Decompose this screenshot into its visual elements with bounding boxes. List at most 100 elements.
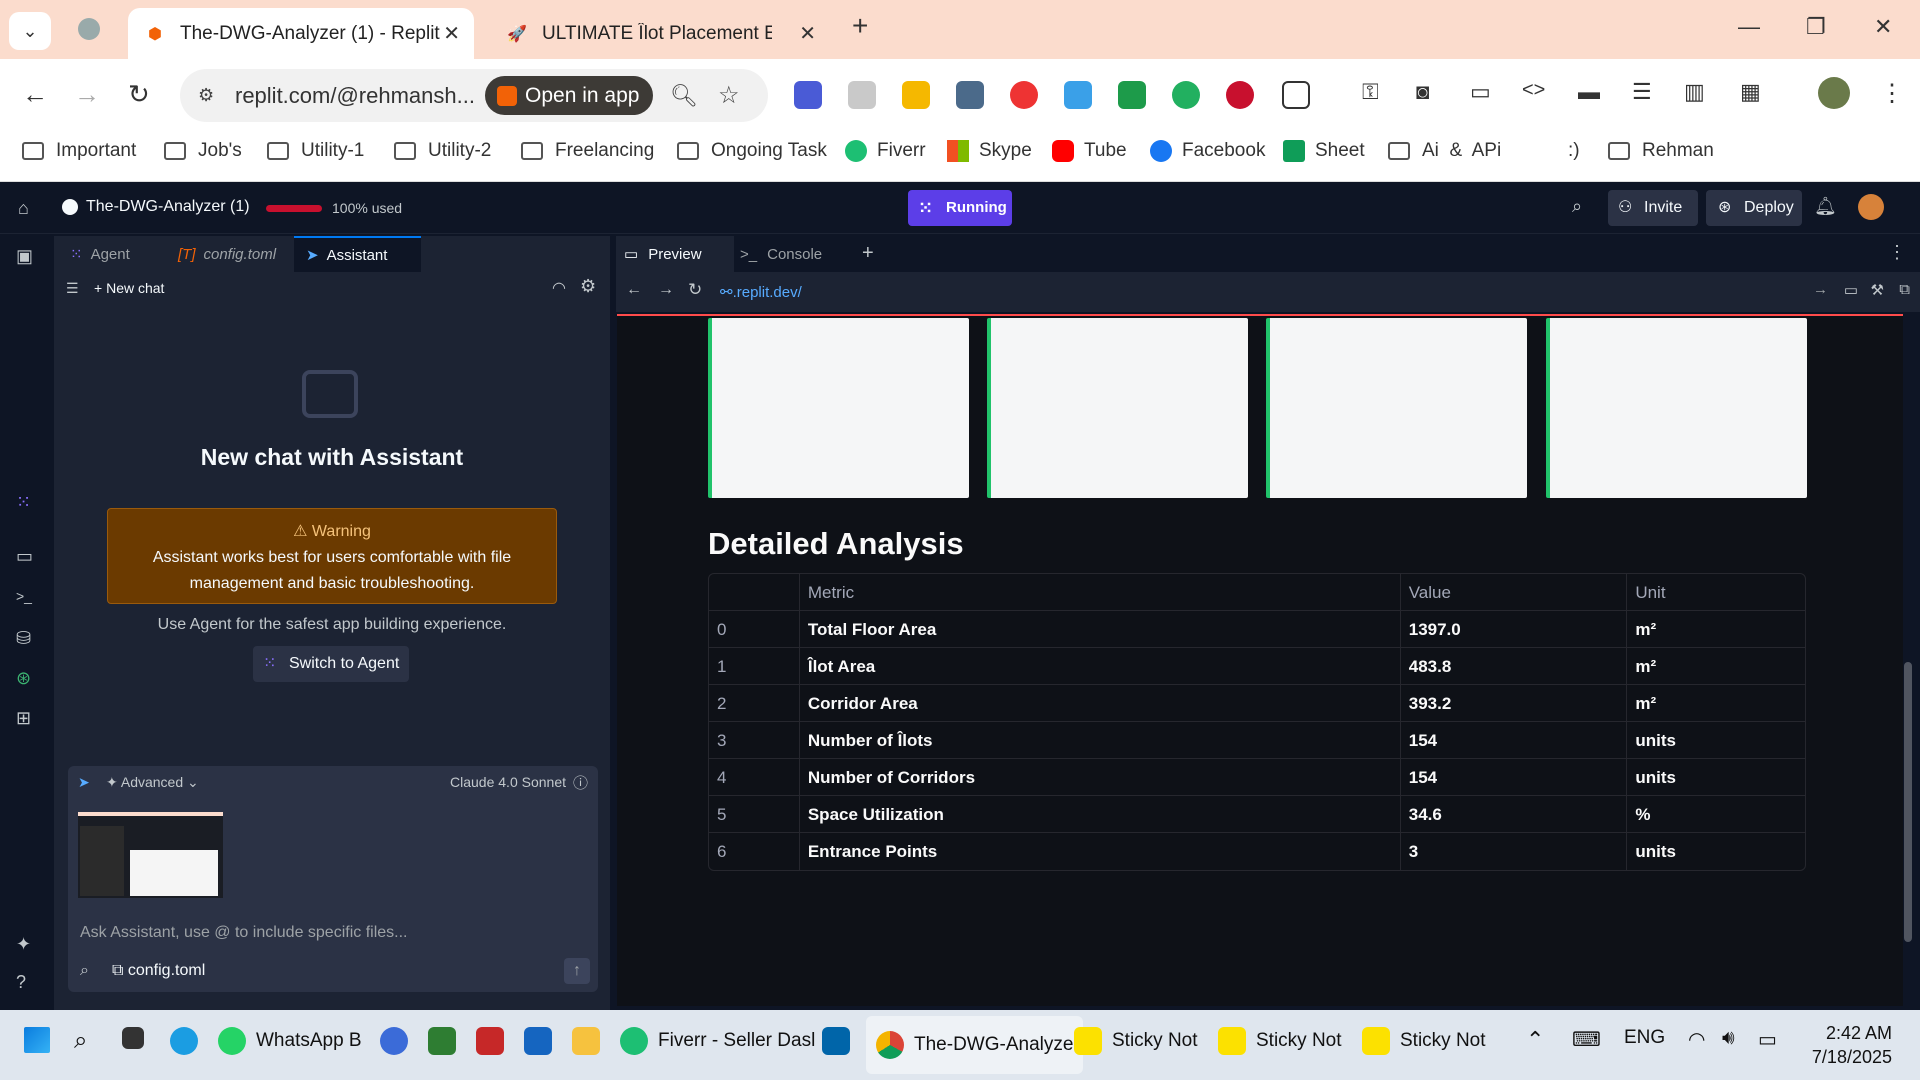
key-icon[interactable]: ⚿: [1362, 79, 1379, 105]
project-name[interactable]: The-DWG-Analyzer (1): [86, 198, 250, 216]
bookmark-fiverr[interactable]: Fiverr: [845, 140, 926, 162]
new-tab-icon[interactable]: +: [852, 10, 868, 42]
forward-icon[interactable]: →: [74, 79, 100, 110]
screenshot-attachment[interactable]: [78, 812, 223, 898]
help-icon[interactable]: ?: [16, 972, 26, 993]
apps-icon[interactable]: ⊞: [16, 708, 31, 729]
address-bar[interactable]: ⚙ replit.com/@rehmansh... Open in app 🔍︎…: [180, 69, 768, 122]
forward-icon[interactable]: →: [658, 281, 674, 299]
tab-console[interactable]: >_ Console: [740, 236, 854, 272]
user-avatar[interactable]: [1858, 194, 1884, 220]
search-icon[interactable]: ⌕: [1572, 196, 1582, 217]
files-icon[interactable]: ▣: [16, 246, 33, 267]
running-button[interactable]: ⁙ Running: [908, 190, 1012, 226]
close-tab-icon[interactable]: ✕: [799, 21, 816, 46]
bookmark-tube[interactable]: Tube: [1052, 140, 1127, 162]
wifi-icon[interactable]: ◠: [1688, 1027, 1705, 1052]
settings-icon[interactable]: ⚙: [580, 276, 596, 297]
switch-to-agent-button[interactable]: ⁙ Switch to Agent: [253, 646, 410, 682]
reload-icon[interactable]: ↻: [128, 79, 150, 110]
task-view-button[interactable]: [122, 1027, 154, 1049]
tab-config[interactable]: [T] config.toml: [162, 236, 292, 272]
taskbar-whatsapp[interactable]: WhatsApp B: [218, 1027, 362, 1055]
sparkle-icon[interactable]: ✦: [16, 934, 31, 955]
new-chat-button[interactable]: + New chat: [94, 280, 164, 296]
start-button[interactable]: [24, 1027, 60, 1053]
extension-icon[interactable]: [956, 81, 984, 109]
taskbar-chrome[interactable]: The-DWG-Analyze: [866, 1016, 1084, 1074]
back-icon[interactable]: ←: [22, 79, 48, 110]
bookmark-facebook[interactable]: Facebook: [1150, 140, 1265, 162]
home-icon[interactable]: ⌂: [18, 198, 29, 219]
preview-icon[interactable]: ▭: [16, 546, 33, 567]
puzzle-icon[interactable]: [1282, 81, 1310, 109]
deploy-icon[interactable]: ⊛: [16, 668, 31, 689]
globe-icon[interactable]: [78, 18, 100, 40]
battery-icon[interactable]: ▭: [1758, 1027, 1777, 1052]
extension-icon[interactable]: [1010, 81, 1038, 109]
preview-url[interactable]: ⚯.replit.dev/: [720, 283, 802, 301]
volume-icon[interactable]: 🔊︎: [1722, 1027, 1735, 1050]
extension-icon[interactable]: [794, 81, 822, 109]
open-in-app-button[interactable]: Open in app: [485, 76, 654, 115]
taskbar-vscode[interactable]: [822, 1027, 860, 1055]
taskbar-app[interactable]: [380, 1027, 418, 1055]
devices-icon[interactable]: ▭: [1470, 79, 1491, 105]
sidepanel-icon[interactable]: ▦: [1740, 79, 1761, 105]
add-tab-icon[interactable]: +: [862, 242, 874, 265]
preview-scrollbar[interactable]: [1904, 662, 1912, 942]
info-icon[interactable]: ⓘ: [573, 772, 588, 793]
restore-icon[interactable]: ❐: [1806, 14, 1826, 40]
model-selector[interactable]: Claude 4.0 Sonnet: [450, 774, 566, 790]
database-icon[interactable]: ⛁: [16, 628, 31, 649]
bookmark-folder[interactable]: Utility-2: [394, 140, 491, 162]
taskbar-app[interactable]: [428, 1027, 466, 1055]
keyboard-icon[interactable]: ⌨: [1572, 1027, 1601, 1052]
bookmark-folder[interactable]: Ongoing Task: [677, 140, 827, 162]
chat-input[interactable]: Ask Assistant, use @ to include specific…: [80, 924, 408, 942]
bookmark-star-icon[interactable]: ☆: [718, 81, 740, 110]
list-icon[interactable]: ☰: [1632, 79, 1652, 105]
bookmark-folder[interactable]: Important: [22, 140, 136, 162]
bell-icon[interactable]: 🔔︎: [1814, 196, 1837, 217]
attached-file-chip[interactable]: ⧉ config.toml: [112, 962, 205, 980]
taskbar-app[interactable]: [476, 1027, 514, 1055]
tab-search-button[interactable]: ⌄: [9, 12, 51, 50]
attach-icon[interactable]: ⌕: [80, 962, 89, 980]
profile-avatar[interactable]: [1818, 77, 1850, 109]
history-list-icon[interactable]: ☰: [66, 280, 79, 297]
close-window-icon[interactable]: ✕: [1874, 14, 1892, 40]
edge-button[interactable]: [170, 1027, 208, 1055]
taskbar-sticky[interactable]: Sticky Not: [1218, 1027, 1342, 1055]
back-icon[interactable]: ←: [626, 281, 642, 299]
zoom-icon[interactable]: 🔍︎: [670, 83, 698, 109]
bookmark-skype[interactable]: Skype: [947, 140, 1032, 162]
bookmark-folder[interactable]: Ai & APi: [1388, 140, 1501, 162]
extension-icon[interactable]: [1064, 81, 1092, 109]
ublock-icon[interactable]: [1226, 81, 1254, 109]
tools-icon[interactable]: ⚒: [1871, 281, 1884, 299]
code-icon[interactable]: <>: [1522, 79, 1545, 102]
extension-icon[interactable]: [902, 81, 930, 109]
extension-icon[interactable]: [1172, 81, 1200, 109]
bookmark-folder[interactable]: Utility-1: [267, 140, 364, 162]
bookmark-smile[interactable]: :): [1568, 140, 1580, 162]
taskbar-sticky[interactable]: Sticky Not: [1074, 1027, 1198, 1055]
system-clock[interactable]: 2:42 AM 7/18/2025: [1812, 1021, 1892, 1069]
tab-ultimate[interactable]: 🚀 ULTIMATE Îlot Placement En ✕: [490, 8, 830, 59]
search-icon[interactable]: ⌕: [74, 1027, 87, 1055]
menu-kebab-icon[interactable]: ⋮: [1880, 79, 1904, 108]
taskbar-app[interactable]: [524, 1027, 562, 1055]
taskbar-sticky[interactable]: Sticky Not: [1362, 1027, 1486, 1055]
send-icon[interactable]: ↑: [564, 958, 590, 984]
tab-preview[interactable]: ▭ Preview: [616, 236, 734, 272]
open-arrow-icon[interactable]: →: [1813, 281, 1828, 298]
deploy-button[interactable]: ⊛ Deploy: [1706, 190, 1802, 226]
gauge-icon[interactable]: ◠: [552, 278, 566, 298]
invite-button[interactable]: ⚇ Invite: [1608, 190, 1698, 226]
console-icon[interactable]: >_: [16, 588, 32, 604]
taskbar-fiverr[interactable]: Fiverr - Seller Dasl: [620, 1027, 815, 1055]
extension-icon[interactable]: [848, 81, 876, 109]
devices-icon[interactable]: ▭: [1844, 281, 1858, 299]
close-tab-icon[interactable]: ✕: [443, 21, 460, 46]
